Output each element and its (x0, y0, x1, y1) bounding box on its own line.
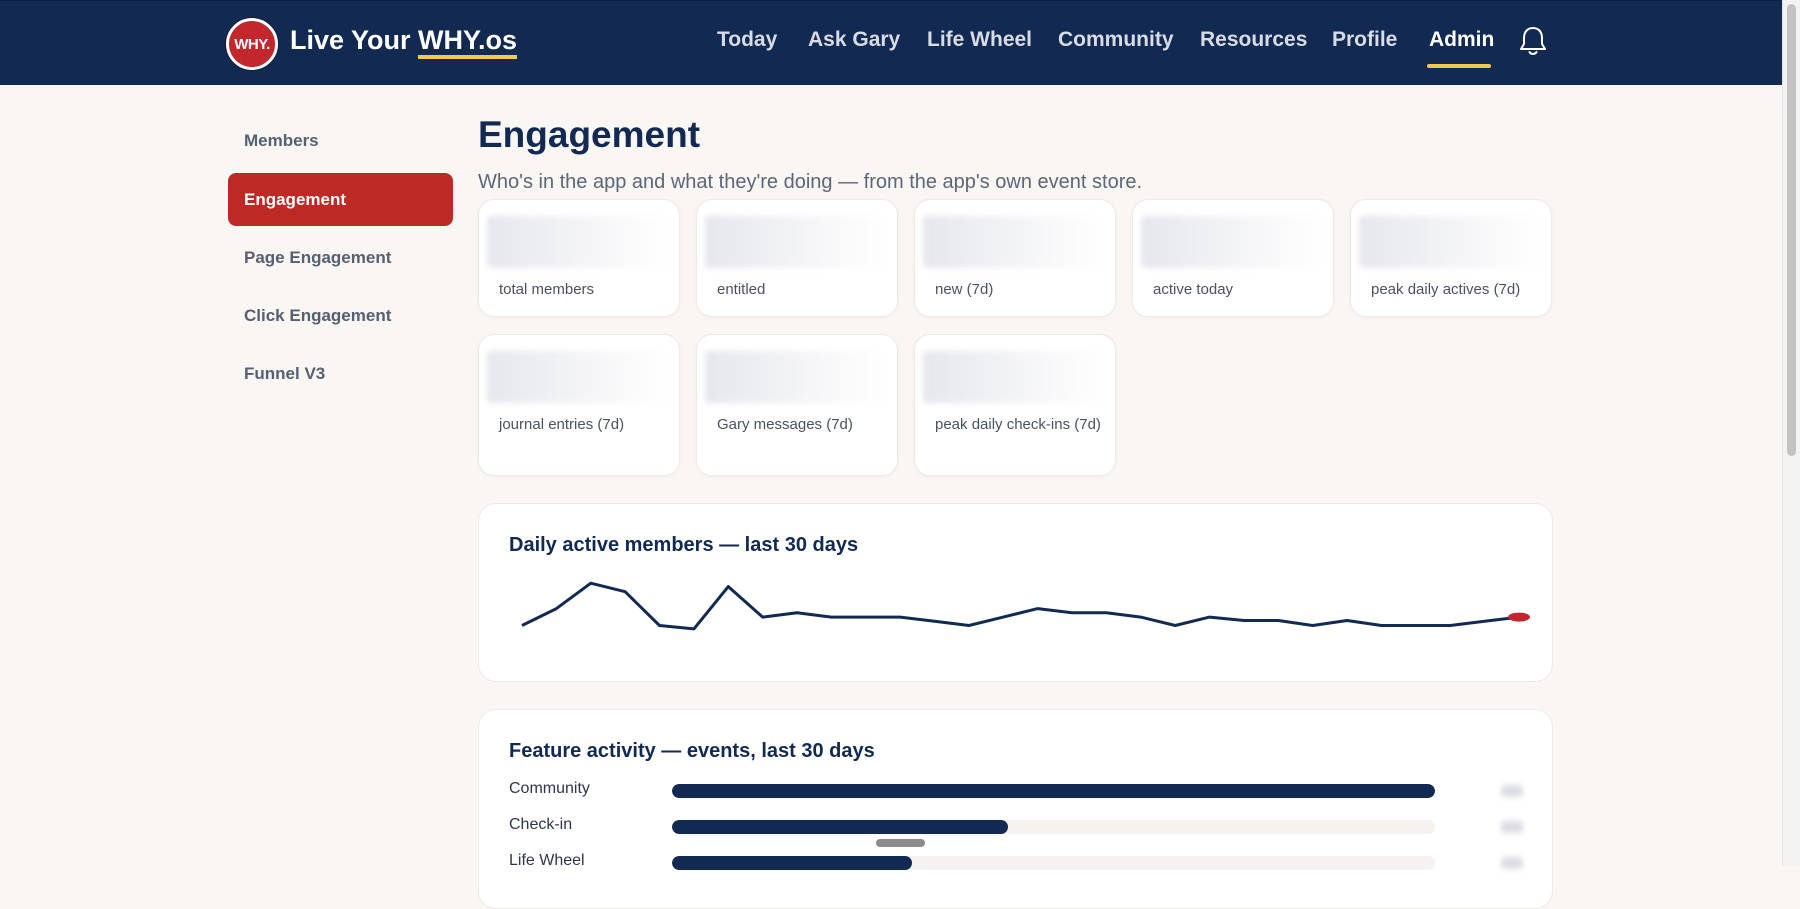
stat-card-entitled: entitled (696, 199, 898, 317)
sidebar-item-label: Engagement (244, 189, 347, 209)
stat-card-peak-daily-actives: peak daily actives (7d) (1350, 199, 1552, 317)
sidebar-item-click-engagement[interactable]: Click Engagement (228, 289, 453, 342)
stat-label: total members (499, 281, 595, 298)
brand-name-suffix: WHY.os (418, 25, 518, 59)
sidebar-item-label: Members (244, 130, 319, 150)
stat-value-redacted (1141, 216, 1327, 268)
bell-icon[interactable] (1518, 25, 1548, 57)
stat-value-redacted (923, 216, 1109, 268)
daily-active-series-line (521, 581, 1520, 631)
feature-count-redacted (1501, 785, 1523, 797)
stat-value-redacted (705, 216, 891, 268)
sidebar-item-label: Funnel V3 (244, 363, 326, 383)
feature-count-redacted (1501, 821, 1523, 833)
daily-active-panel: Daily active members — last 30 days (478, 503, 1553, 682)
stat-label: peak daily actives (7d) (1371, 281, 1521, 298)
nav-item-ask-gary[interactable]: Ask Gary (808, 28, 900, 52)
logo-badge[interactable]: WHY. (226, 18, 278, 70)
stat-label: entitled (717, 281, 766, 298)
stat-label: active today (1153, 281, 1234, 298)
feature-bar (672, 856, 913, 870)
nav-item-today[interactable]: Today (717, 28, 777, 52)
nav-item-resources[interactable]: Resources (1200, 28, 1307, 52)
logo-badge-text: WHY. (234, 35, 270, 53)
feature-bar-track (672, 784, 1435, 798)
sidebar-item-funnel-v3[interactable]: Funnel V3 (228, 347, 453, 400)
latest-value-marker[interactable] (1508, 612, 1530, 622)
feature-bar (672, 784, 1435, 798)
stat-card-peak-daily-checkins: peak daily check-ins (7d) (914, 334, 1116, 476)
nav-active-underline (1427, 64, 1491, 68)
stat-card-new-7d: new (7d) (914, 199, 1116, 317)
stat-card-active-today: active today (1132, 199, 1334, 317)
brand-name-prefix: Live Your (290, 25, 419, 55)
feature-count-redacted (1501, 857, 1523, 869)
feature-activity-panel: Feature activity — events, last 30 days … (478, 709, 1553, 909)
sidebar-item-page-engagement[interactable]: Page Engagement (228, 231, 453, 284)
page-subtitle: Who's in the app and what they're doing … (478, 171, 1143, 193)
nav-item-community[interactable]: Community (1058, 28, 1174, 52)
feature-activity-title: Feature activity — events, last 30 days (509, 740, 875, 762)
feature-label: Life Wheel (509, 852, 585, 869)
sidebar-item-engagement[interactable]: Engagement (228, 173, 453, 226)
nav-item-profile[interactable]: Profile (1332, 28, 1397, 52)
page-scrollbar[interactable] (1782, 0, 1800, 866)
stat-card-total-members: total members (478, 199, 680, 317)
scrollbar-thumb[interactable] (1787, 4, 1796, 456)
stat-value-redacted (1359, 216, 1545, 268)
stat-value-redacted (487, 351, 673, 403)
nav-item-admin[interactable]: Admin (1429, 28, 1494, 52)
drag-handle[interactable] (876, 839, 925, 847)
page-title: Engagement (478, 114, 701, 155)
stat-value-redacted (923, 351, 1109, 403)
stat-label: new (7d) (935, 281, 994, 298)
feature-label: Check-in (509, 816, 573, 833)
stat-value-redacted (705, 351, 891, 403)
feature-bar-track (672, 820, 1435, 834)
stat-card-journal-entries: journal entries (7d) (478, 334, 680, 476)
sidebar-item-label: Click Engagement (244, 305, 392, 325)
stat-label: journal entries (7d) (499, 416, 625, 433)
stat-label: Gary messages (7d) (717, 416, 853, 433)
top-navigation-bar: WHY. Live Your WHY.os Today Ask Gary Lif… (0, 0, 1782, 85)
stat-value-redacted (487, 216, 673, 268)
feature-label: Community (509, 780, 590, 797)
sidebar-item-members[interactable]: Members (228, 114, 453, 167)
daily-active-chart (521, 581, 1530, 631)
stat-card-gary-messages: Gary messages (7d) (696, 334, 898, 476)
stat-label: peak daily check-ins (7d) (935, 416, 1101, 433)
sidebar-item-label: Page Engagement (244, 247, 392, 267)
brand-name[interactable]: Live Your WHY.os (290, 25, 518, 59)
feature-bar (672, 820, 1008, 834)
nav-item-life-wheel[interactable]: Life Wheel (927, 28, 1032, 52)
feature-bar-track (672, 856, 1435, 870)
